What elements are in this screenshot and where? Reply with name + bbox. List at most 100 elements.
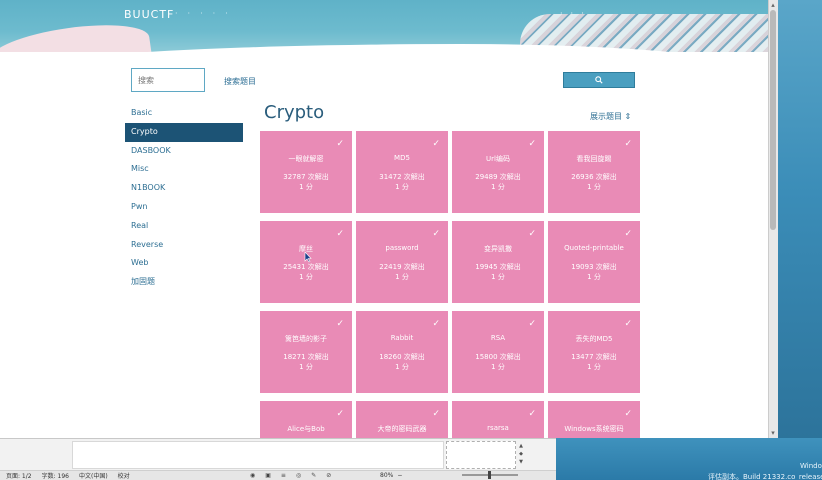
nav-link[interactable]: ·: [213, 9, 216, 18]
check-icon: ✓: [624, 409, 632, 419]
challenge-points: 1 分: [491, 183, 505, 191]
sidebar-item-n1book[interactable]: N1BOOK: [125, 179, 243, 198]
challenge-name: Url编码: [486, 155, 510, 163]
challenge-card[interactable]: ✓ 变异凯撒 19945 次解出 1 分: [452, 221, 544, 303]
page-title: Crypto: [264, 102, 325, 123]
sort-select[interactable]: 展示题目 ⇕: [590, 111, 631, 122]
status-language[interactable]: 中文(中国): [79, 471, 108, 480]
challenge-name: 篱笆墙的影子: [285, 335, 327, 343]
mouse-cursor-icon: [304, 251, 312, 263]
zoom-level[interactable]: 80%: [380, 472, 393, 479]
search-input[interactable]: [131, 68, 205, 92]
nav-right-link[interactable]: ·: [581, 9, 584, 18]
challenge-card[interactable]: ✓ Windows系统密码: [548, 401, 640, 438]
sidebar-item-basic[interactable]: Basic: [125, 104, 243, 123]
challenge-points: 1 分: [299, 183, 313, 191]
nav-link[interactable]: ·: [188, 9, 191, 18]
search-icon: [595, 76, 603, 84]
challenge-solves: 19093 次解出: [571, 263, 617, 271]
sidebar-item-hardening[interactable]: 加固题: [125, 273, 243, 292]
check-icon: ✓: [432, 229, 440, 239]
challenge-card[interactable]: ✓ MD5 31472 次解出 1 分: [356, 131, 448, 213]
nav-links: · · · · ·: [175, 9, 228, 18]
zoom-slider-thumb[interactable]: [488, 471, 491, 479]
sidebar-item-pwn[interactable]: Pwn: [125, 198, 243, 217]
challenge-card[interactable]: ✓ 大帝的密码武器: [356, 401, 448, 438]
document-canvas[interactable]: [72, 441, 444, 469]
status-page[interactable]: 页面: 1/2: [6, 471, 32, 480]
challenge-name: 一眼就解密: [288, 155, 324, 163]
nav-right-link[interactable]: ·: [560, 9, 563, 18]
link-icon[interactable]: ⊘: [326, 472, 331, 479]
challenge-card[interactable]: ✓ password 22419 次解出 1 分: [356, 221, 448, 303]
check-icon: ✓: [432, 409, 440, 419]
scrollbar-thumb[interactable]: [770, 10, 776, 230]
scroll-up-icon[interactable]: ▴: [768, 0, 778, 10]
check-icon: ✓: [528, 409, 536, 419]
challenge-card[interactable]: ✓ Url编码 29489 次解出 1 分: [452, 131, 544, 213]
web-view-icon[interactable]: ◎: [296, 472, 301, 479]
check-icon: ✓: [336, 319, 344, 329]
control-dot-icon[interactable]: ▲: [517, 443, 525, 449]
challenge-card[interactable]: ✓ Quoted-printable 19093 次解出 1 分: [548, 221, 640, 303]
check-icon: ✓: [336, 409, 344, 419]
challenge-name: RSA: [490, 334, 506, 342]
nav-right-link[interactable]: ·: [571, 9, 574, 18]
zoom-out-icon[interactable]: −: [397, 472, 402, 479]
category-sidebar: Basic Crypto DASBOOK Misc N1BOOK Pwn Rea…: [125, 104, 243, 292]
nav-right: · · ·: [560, 9, 584, 18]
outline-icon[interactable]: ≡: [281, 472, 286, 479]
challenge-card[interactable]: ✓ 篱笆墙的影子 18271 次解出 1 分: [260, 311, 352, 393]
control-dot-icon[interactable]: ◆: [517, 451, 525, 457]
challenge-card[interactable]: ✓ Rabbit 18260 次解出 1 分: [356, 311, 448, 393]
scroll-down-icon[interactable]: ▾: [768, 428, 778, 438]
challenge-solves: 25431 次解出: [283, 263, 329, 271]
page-view-icon[interactable]: ▣: [265, 472, 271, 479]
challenge-name: password: [385, 244, 419, 252]
challenge-card[interactable]: ✓ Alice与Bob: [260, 401, 352, 438]
challenge-card[interactable]: ✓ RSA 15800 次解出 1 分: [452, 311, 544, 393]
sidebar-item-dasbook[interactable]: DASBOOK: [125, 142, 243, 161]
sidebar-item-web[interactable]: Web: [125, 254, 243, 273]
nav-link[interactable]: ·: [200, 9, 203, 18]
challenge-grid: ✓ 一眼就解密 32787 次解出 1 分 ✓ MD5 31472 次解出 1 分 ✓ Url…: [260, 131, 641, 438]
sidebar-item-real[interactable]: Real: [125, 217, 243, 236]
challenge-solves: 29489 次解出: [475, 173, 521, 181]
sidebar-item-reverse[interactable]: Reverse: [125, 236, 243, 255]
check-icon: ✓: [432, 319, 440, 329]
challenge-points: 1 分: [491, 273, 505, 281]
edit-icon[interactable]: ✎: [311, 472, 316, 479]
challenge-card[interactable]: ✓ rsarsa: [452, 401, 544, 438]
challenge-card[interactable]: ✓ 看我回旋踢 26936 次解出 1 分: [548, 131, 640, 213]
brand-logo[interactable]: BUUCTF: [124, 8, 174, 21]
search-link[interactable]: 搜索题目: [224, 76, 256, 87]
check-icon: ✓: [336, 229, 344, 239]
challenge-points: 1 分: [299, 273, 313, 281]
build-watermark: 评估副本。Build 21332.co_release: [708, 473, 822, 480]
nav-link[interactable]: ·: [175, 9, 178, 18]
check-icon: ✓: [336, 139, 344, 149]
sidebar-item-crypto[interactable]: Crypto: [125, 122, 243, 142]
challenge-name: Rabbit: [390, 334, 414, 342]
challenge-solves: 18260 次解出: [379, 353, 425, 361]
read-mode-icon[interactable]: ◉: [250, 472, 255, 479]
challenge-card[interactable]: ✓ 一眼就解密 32787 次解出 1 分: [260, 131, 352, 213]
search-button[interactable]: [563, 72, 635, 88]
challenge-card[interactable]: ✓ 丢失的MD5 13477 次解出 1 分: [548, 311, 640, 393]
status-words[interactable]: 字数: 196: [42, 471, 69, 480]
banner-art: [0, 17, 153, 52]
status-proofing[interactable]: 校对: [118, 471, 130, 480]
zoom-controls: 80% −: [380, 470, 402, 480]
browser-page: BUUCTF · · · · · · · · 搜索题目 Basic Crypto…: [0, 0, 768, 438]
challenge-solves: 26936 次解出: [571, 173, 617, 181]
nav-link[interactable]: ·: [225, 9, 228, 18]
challenge-name: Alice与Bob: [287, 425, 325, 433]
challenge-points: 1 分: [491, 363, 505, 371]
challenge-points: 1 分: [587, 273, 601, 281]
challenge-name: Windows系统密码: [564, 425, 624, 433]
control-dot-icon[interactable]: ▼: [517, 459, 525, 465]
sidebar-item-misc[interactable]: Misc: [125, 160, 243, 179]
challenge-name: 看我回旋踢: [576, 155, 612, 163]
challenge-solves: 13477 次解出: [571, 353, 617, 361]
editor-side-panel[interactable]: [446, 441, 516, 469]
